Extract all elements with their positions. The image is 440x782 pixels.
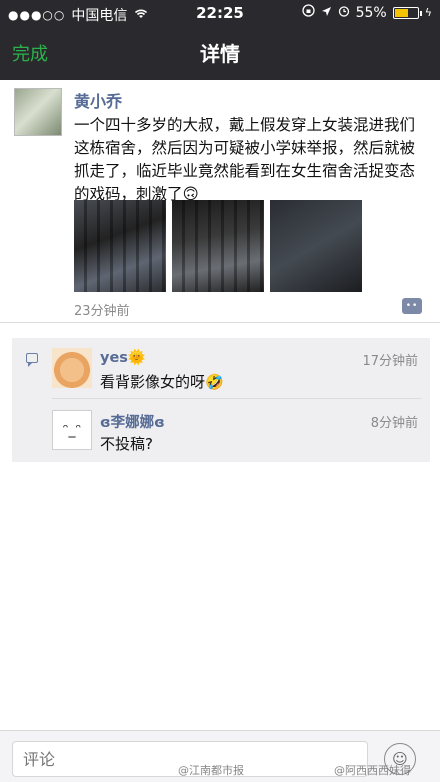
photo-thumbnail[interactable]: [270, 200, 362, 292]
author-name[interactable]: 黄小乔: [74, 88, 122, 112]
divider: [0, 322, 440, 323]
top-bar: ●●●○○ 中国电信 22:25 55% ϟ 完成 详情: [0, 0, 440, 80]
watermark: @阿西西西妹得: [334, 764, 411, 777]
photo-thumbnail[interactable]: [172, 200, 264, 292]
photo-grid: [74, 200, 362, 292]
watermark: @江南都市报: [178, 764, 244, 777]
charging-icon: ϟ: [424, 6, 432, 19]
author-avatar[interactable]: [14, 88, 62, 136]
rotation-lock-icon: [301, 4, 315, 21]
comment-timestamp: 17分钟前: [362, 354, 418, 369]
post-timestamp: 23分钟前: [74, 304, 130, 319]
battery-percent: 55%: [355, 4, 387, 21]
comment-text: 不投稿?: [100, 435, 153, 453]
comment-bubble-icon: [26, 353, 38, 367]
alarm-icon: [338, 5, 350, 21]
comment-timestamp: 8分钟前: [370, 416, 418, 431]
location-icon: [321, 5, 332, 21]
commenter-name[interactable]: ɞ李娜娜ɞ: [100, 411, 165, 432]
commenter-name[interactable]: yes🌞: [100, 349, 146, 366]
status-bar: ●●●○○ 中国电信 22:25 55% ϟ: [0, 0, 440, 26]
photo-thumbnail[interactable]: [74, 200, 166, 292]
nav-bar: 完成 详情: [0, 26, 440, 80]
comment-separator: [52, 398, 422, 399]
page-title: 详情: [200, 42, 240, 66]
comment-text: 看背影像女的呀🤣: [100, 373, 224, 391]
comment-action-icon[interactable]: ••: [402, 298, 422, 314]
commenter-avatar[interactable]: ᵔ_ᵔ: [52, 410, 92, 450]
post-text: 一个四十多岁的大叔，戴上假发穿上女装混进我们这栋宿舍，然后因为可疑被小学妹举报，…: [74, 116, 416, 203]
commenter-avatar[interactable]: [52, 348, 92, 388]
battery-icon: [392, 6, 422, 19]
comments-panel: yes🌞 看背影像女的呀🤣 17分钟前 ᵔ_ᵔ ɞ李娜娜ɞ 不投稿? 8分钟前: [12, 338, 430, 462]
